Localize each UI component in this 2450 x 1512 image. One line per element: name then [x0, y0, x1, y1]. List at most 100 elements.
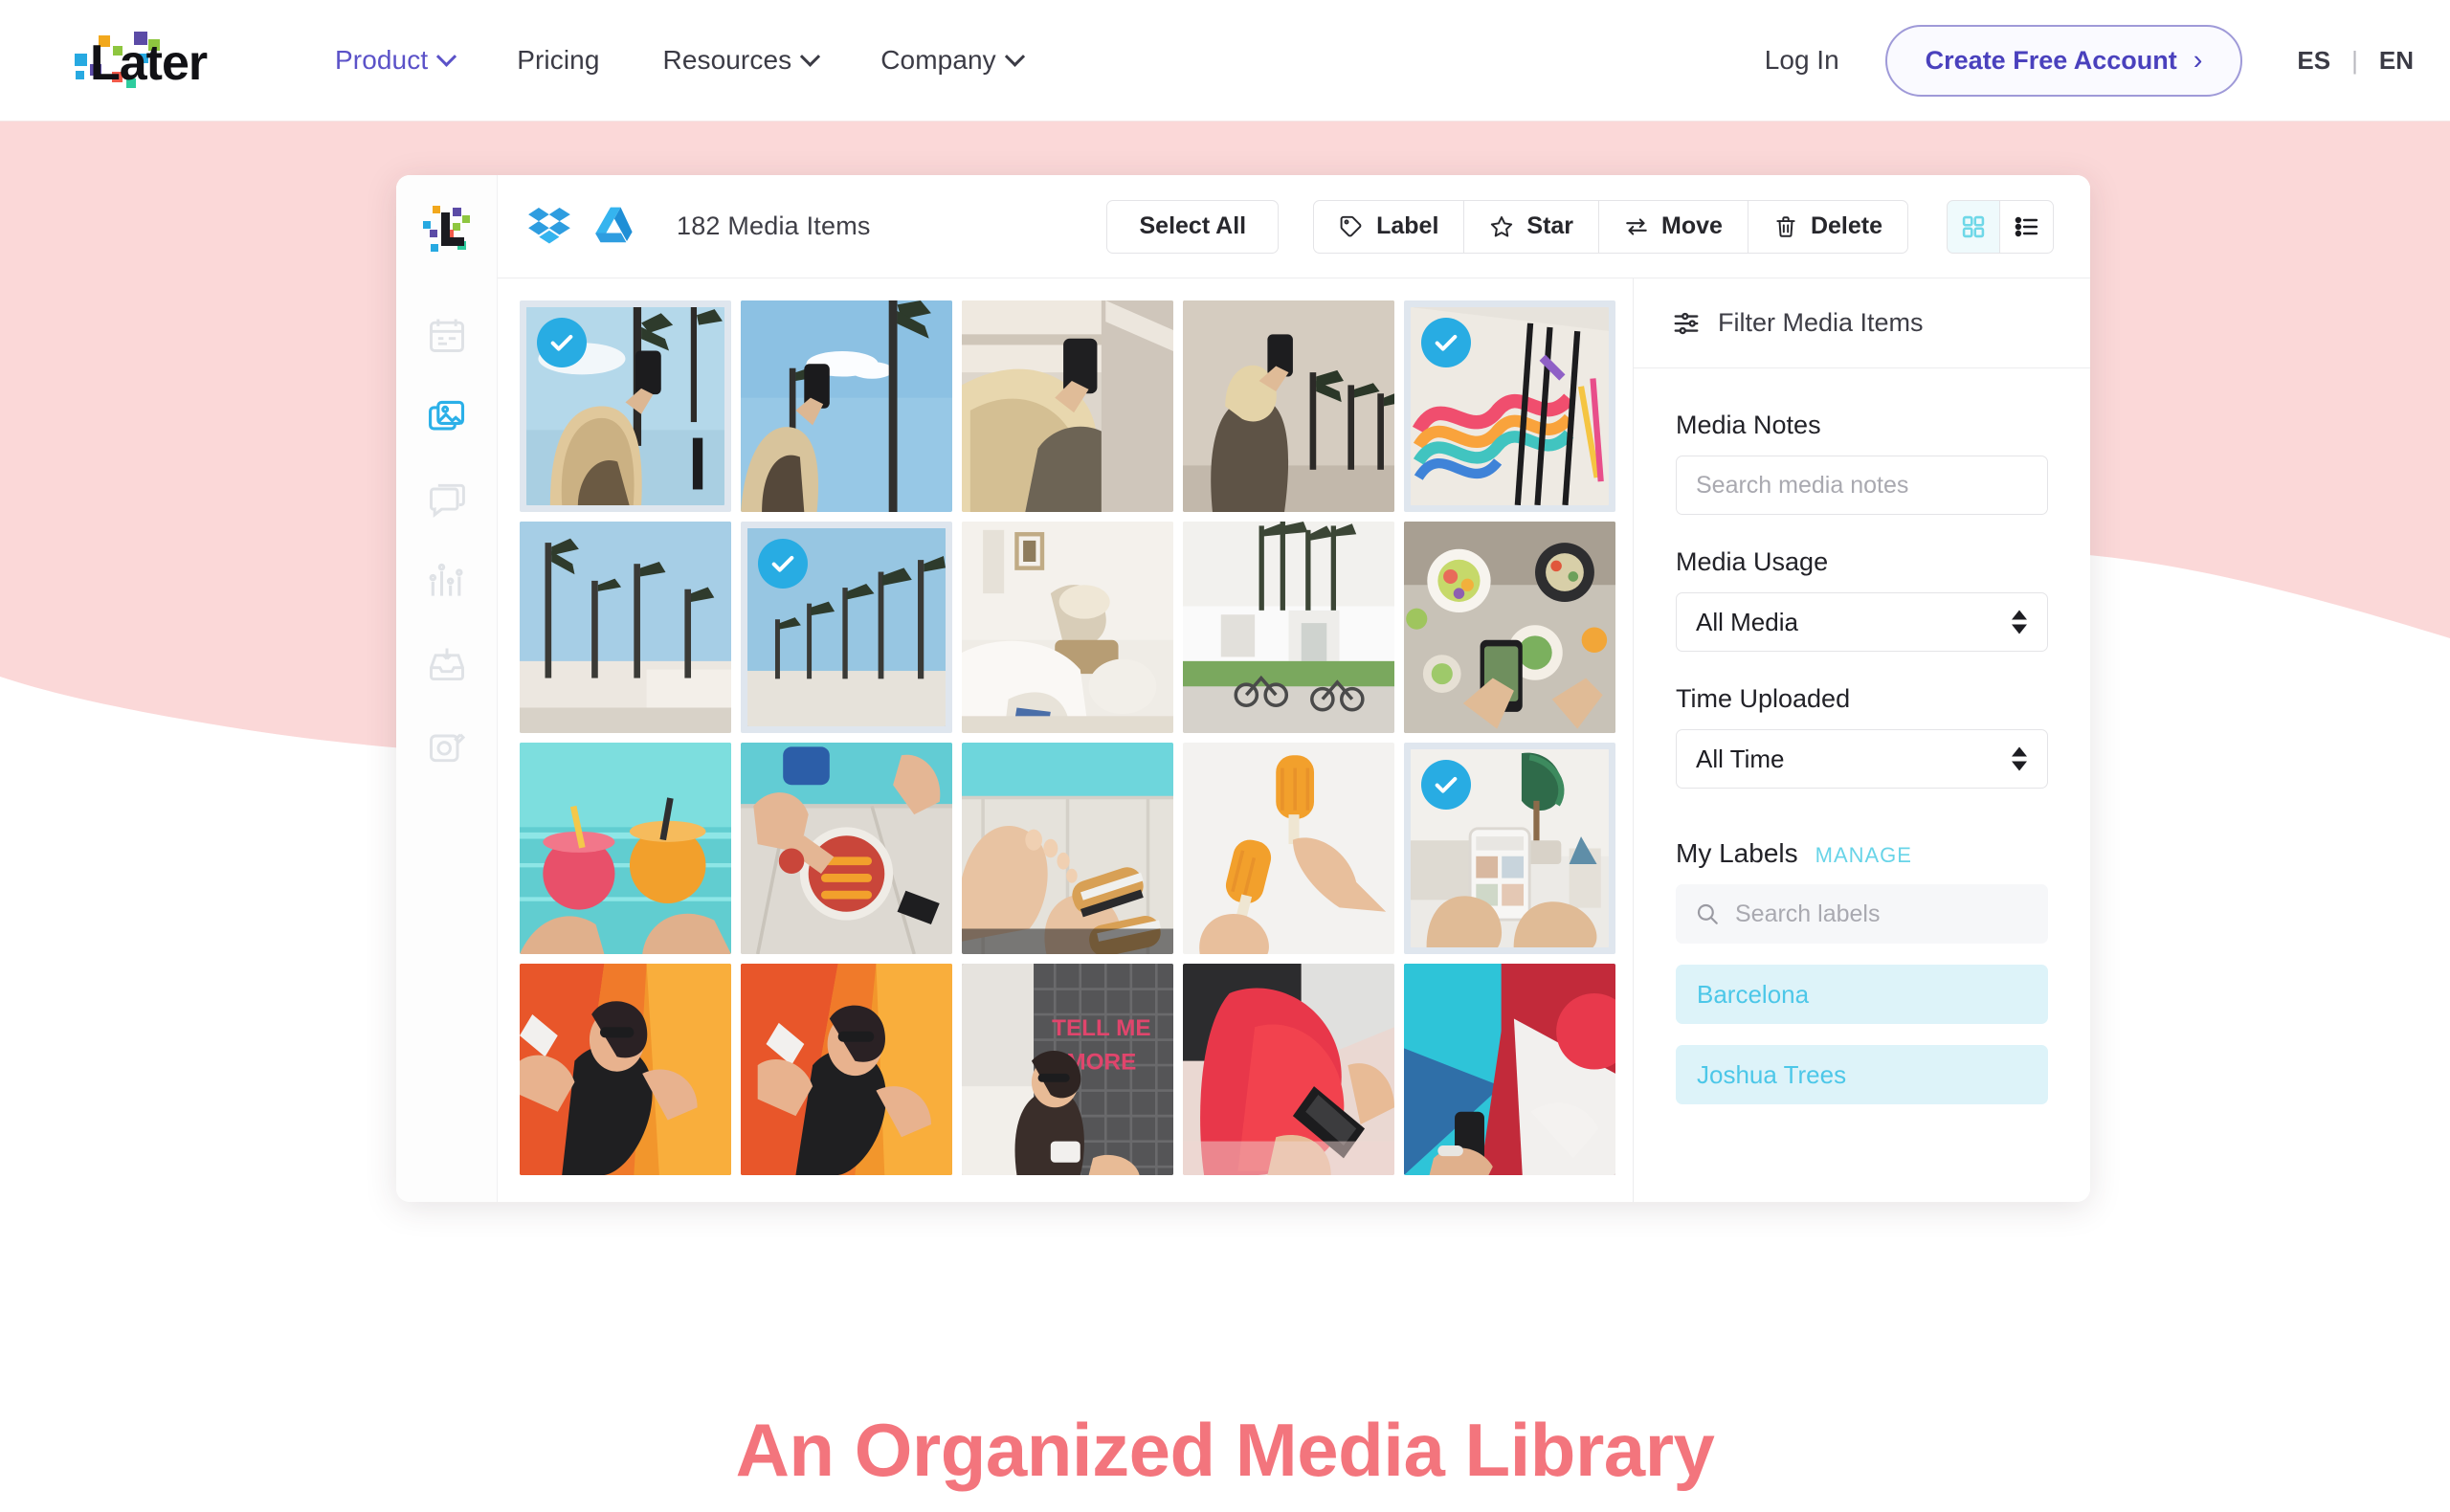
media-grid-item[interactable]	[962, 300, 1173, 512]
media-grid-item[interactable]	[1183, 522, 1394, 733]
media-thumbnail	[741, 300, 952, 512]
sidebar-item-calendar[interactable]	[421, 309, 473, 361]
media-grid-item[interactable]	[1183, 743, 1394, 954]
media-grid-item[interactable]	[1404, 300, 1615, 512]
media-grid-item[interactable]	[1404, 964, 1615, 1175]
link-in-bio-icon	[429, 733, 465, 763]
my-labels-header: My Labels MANAGE	[1676, 838, 2048, 869]
media-grid-item[interactable]	[1404, 743, 1615, 954]
svg-text:Later: Later	[90, 35, 208, 91]
selected-check-icon	[1421, 318, 1471, 367]
media-grid-item[interactable]	[741, 964, 952, 1175]
media-grid-item[interactable]	[741, 522, 952, 733]
create-free-account-button[interactable]: Create Free Account ›	[1884, 24, 2243, 97]
nav-item-product[interactable]: Product	[303, 45, 485, 76]
header-actions: Log In Create Free Account › ES | EN	[1765, 24, 2414, 97]
grid-view-toggle[interactable]	[1947, 199, 2000, 254]
media-grid-item[interactable]	[962, 743, 1173, 954]
media-grid-item[interactable]	[520, 964, 731, 1175]
sidebar-item-media-library[interactable]	[421, 391, 473, 443]
media-grid-item[interactable]	[962, 522, 1173, 733]
toolbar-actions: Select All Label Star Move Delete	[1106, 199, 2054, 254]
lang-en[interactable]: EN	[2379, 46, 2414, 76]
media-grid-item[interactable]	[520, 522, 731, 733]
primary-nav: Product Pricing Resources Company	[303, 45, 1054, 76]
filter-sliders-icon	[1674, 312, 1699, 334]
media-grid-item[interactable]	[1183, 300, 1394, 512]
lang-es[interactable]: ES	[2297, 46, 2330, 76]
media-count-label: 182 Media Items	[677, 211, 871, 240]
media-thumbnail	[520, 522, 731, 733]
dropbox-icon[interactable]	[526, 203, 574, 251]
manage-labels-link[interactable]: MANAGE	[1815, 843, 1912, 868]
media-thumbnail	[1183, 964, 1394, 1175]
label-chip-text: Barcelona	[1697, 979, 1810, 1009]
media-thumbnail	[962, 743, 1173, 954]
calendar-icon	[429, 319, 464, 352]
media-grid-item[interactable]	[520, 300, 731, 512]
inbox-download-icon	[429, 648, 464, 681]
move-button[interactable]: Move	[1599, 199, 1748, 254]
move-button-text: Move	[1661, 212, 1723, 239]
star-button-text: Star	[1526, 212, 1574, 239]
time-uploaded-select[interactable]: All Time	[1676, 729, 2048, 789]
analytics-icon	[429, 563, 463, 596]
svg-text:TELL ME: TELL ME	[1052, 1015, 1151, 1041]
delete-button[interactable]: Delete	[1748, 199, 1908, 254]
nav-item-resources[interactable]: Resources	[632, 45, 850, 76]
label-button[interactable]: Label	[1313, 199, 1465, 254]
filter-panel-body: Media Notes Media Usage All Media	[1634, 368, 2090, 1104]
media-grid-item[interactable]	[520, 743, 731, 954]
sidebar-item-link-in-bio[interactable]	[421, 721, 473, 772]
lang-separator: |	[2351, 45, 2358, 75]
media-thumbnail	[1404, 964, 1615, 1175]
page-root: Later Product Pricing Resources Company …	[0, 0, 2450, 1512]
app-later-logo-icon[interactable]	[417, 200, 477, 259]
google-drive-icon[interactable]	[593, 203, 641, 251]
select-all-button[interactable]: Select All	[1106, 199, 1280, 254]
nav-item-pricing[interactable]: Pricing	[485, 45, 631, 76]
site-header: Later Product Pricing Resources Company …	[0, 0, 2450, 122]
star-button[interactable]: Star	[1464, 199, 1600, 254]
later-logo[interactable]: Later	[67, 26, 244, 95]
media-grid-item[interactable]: TELL ME MORE	[962, 964, 1173, 1175]
list-view-toggle[interactable]	[2000, 199, 2054, 254]
delete-button-text: Delete	[1810, 212, 1882, 239]
bulk-action-group: Label Star Move Delete	[1313, 199, 1908, 254]
app-main: 182 Media Items Select All Label Star Mo…	[498, 175, 2090, 1202]
trash-icon	[1776, 215, 1795, 237]
media-toolbar: 182 Media Items Select All Label Star Mo…	[498, 175, 2090, 278]
media-grid-item[interactable]	[741, 300, 952, 512]
media-thumbnail	[741, 743, 952, 954]
media-library-icon	[428, 400, 464, 431]
sidebar-item-analytics[interactable]	[421, 556, 473, 608]
star-icon	[1491, 215, 1513, 236]
my-labels-title: My Labels	[1676, 838, 1798, 868]
selected-check-icon	[1421, 760, 1471, 810]
label-search-input[interactable]	[1735, 900, 2029, 928]
media-grid-item[interactable]	[1404, 522, 1615, 733]
chevron-down-icon	[436, 46, 457, 67]
media-thumbnail	[741, 964, 952, 1175]
sidebar-item-inbox-download[interactable]	[421, 638, 473, 690]
media-grid-item[interactable]	[741, 743, 952, 954]
media-usage-label: Media Usage	[1676, 547, 1829, 576]
label-chip-barcelona[interactable]: Barcelona	[1676, 965, 2048, 1024]
chevron-down-icon	[800, 46, 821, 67]
filter-panel-title: Filter Media Items	[1718, 308, 1924, 337]
label-chip-joshua-trees[interactable]: Joshua Trees	[1676, 1045, 2048, 1104]
sidebar-item-conversations[interactable]	[421, 474, 473, 525]
list-view-icon	[2015, 216, 2038, 236]
label-search-box[interactable]	[1676, 884, 2048, 944]
media-grid-scroll[interactable]: TELL ME MORE	[498, 278, 1633, 1202]
media-thumbnail	[520, 743, 731, 954]
search-icon	[1697, 903, 1718, 924]
media-notes-input[interactable]	[1676, 456, 2048, 515]
nav-item-company[interactable]: Company	[849, 45, 1054, 76]
login-link[interactable]: Log In	[1765, 45, 1839, 76]
label-button-text: Label	[1376, 212, 1439, 239]
media-usage-select[interactable]: All Media	[1676, 592, 2048, 652]
media-grid-item[interactable]	[1183, 964, 1394, 1175]
